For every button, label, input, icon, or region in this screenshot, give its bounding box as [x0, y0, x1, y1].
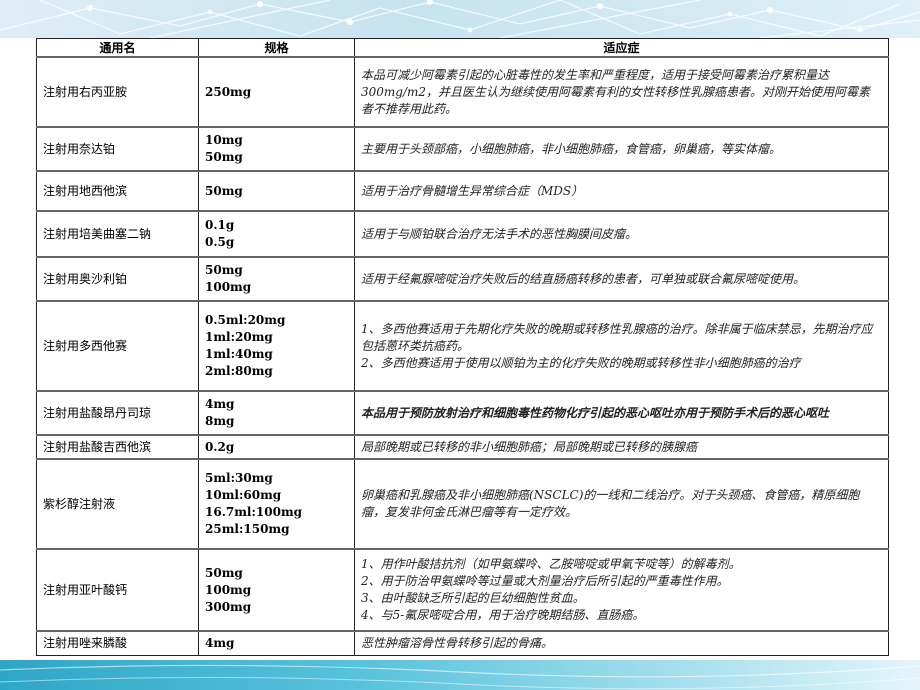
indication-line: 本品可减少阿霉素引起的心脏毒性的发生率和严重程度，适用于接受阿霉素治疗累积量达3… — [361, 67, 871, 116]
drug-table: 通用名 规格 适应症 注射用右丙亚胺 250mg 本品可减少阿霉素引起的心脏毒性的发… — [36, 38, 889, 656]
specification-line: 100mg — [205, 582, 252, 597]
table-row: 紫杉醇注射液 5ml:30mg 10ml:60mg 16.7ml:100mg 25ml:… — [36, 458, 889, 550]
specification-line: 1ml:40mg — [205, 347, 273, 361]
indication-cell: 1、用作叶酸拮抗剂（如甲氨蝶呤、乙胺嘧啶或甲氧苄啶等）的解毒剂。 2、用于防治甲氨… — [354, 548, 889, 632]
indication-cell: 局部晚期或已转移的非小细胞肺癌；局部晚期或已转移的胰腺癌 — [354, 434, 889, 460]
table-row: 注射用培美曲塞二钠 0.1g 0.5g 适用于与顺铂联合治疗无法手术的恶性胸膜间皮瘤。 — [36, 210, 889, 258]
indication-line: 局部晚期或已转移的非小细胞肺癌；局部晚期或已转移的胰腺癌 — [361, 439, 698, 454]
specification-cell: 5ml:30mg 10ml:60mg 16.7ml:100mg 25ml:150mg — [198, 458, 355, 550]
drug-name-cell: 注射用培美曲塞二钠 — [36, 210, 199, 258]
table-row: 注射用右丙亚胺 250mg 本品可减少阿霉素引起的心脏毒性的发生率和严重程度，适用于… — [36, 56, 889, 128]
table-row: 注射用奈达铂 10mg 50mg 主要用于头颈部癌，小细胞肺癌，非小细胞肺癌，食管癌，… — [36, 126, 889, 172]
specification-line: 0.5g — [205, 235, 235, 249]
drug-name-cell: 紫杉醇注射液 — [36, 458, 199, 550]
drug-name-cell: 注射用奈达铂 — [36, 126, 199, 172]
drug-name-cell: 注射用多西他赛 — [36, 300, 199, 392]
network-decoration — [0, 0, 920, 38]
indication-cell: 1、多西他赛适用于先期化疗失败的晚期或转移性乳腺癌的治疗。除非属于临床禁忌，先期… — [354, 300, 889, 392]
specification-line: 300mg — [205, 599, 252, 614]
indication-line: 本品用于预防放射治疗和细胞毒性药物化疗引起的恶心呕吐亦用于预防手术后的恶心呕吐 — [361, 405, 830, 420]
specification-line: 50mg — [205, 150, 243, 164]
indication-line: 1、用作叶酸拮抗剂（如甲氨蝶呤、乙胺嘧啶或甲氧苄啶等）的解毒剂。 — [361, 557, 741, 571]
specification-cell: 4mg — [198, 630, 355, 656]
specification-cell: 50mg 100mg 300mg — [198, 548, 355, 632]
indication-cell: 本品可减少阿霉素引起的心脏毒性的发生率和严重程度，适用于接受阿霉素治疗累积量达3… — [354, 56, 889, 128]
specification-line: 4mg — [205, 635, 235, 650]
drug-name-cell: 注射用右丙亚胺 — [36, 56, 199, 128]
specification-cell: 50mg 100mg — [198, 256, 355, 302]
specification-line: 50mg — [205, 183, 243, 198]
table-row: 注射用唑来膦酸 4mg 恶性肿瘤溶骨性骨转移引起的骨痛。 — [36, 630, 889, 656]
drug-name-cell: 注射用地西他滨 — [36, 170, 199, 212]
table-header-row: 通用名 规格 适应症 — [36, 38, 889, 58]
specification-line: 10ml:60mg — [205, 488, 282, 502]
table-row: 注射用盐酸吉西他滨 0.2g 局部晚期或已转移的非小细胞肺癌；局部晚期或已转移的胰腺… — [36, 434, 889, 460]
specification-line: 0.1g — [205, 218, 235, 232]
drug-name-cell: 注射用奥沙利铂 — [36, 256, 199, 302]
indication-line: 4、与5-氟尿嘧啶合用，用于治疗晚期结肠、直肠癌。 — [361, 608, 645, 622]
drug-name-cell: 注射用唑来膦酸 — [36, 630, 199, 656]
specification-line: 10mg — [205, 133, 243, 147]
table-row: 注射用多西他赛 0.5ml:20mg 1ml:20mg 1ml:40mg 2ml:80m… — [36, 300, 889, 392]
indication-line: 3、由叶酸缺乏所引起的巨幼细胞性贫血。 — [361, 591, 585, 605]
indication-cell: 适用于与顺铂联合治疗无法手术的恶性胸膜间皮瘤。 — [354, 210, 889, 258]
table-row: 注射用地西他滨 50mg 适用于治疗骨髓增生异常综合症（MDS） — [36, 170, 889, 212]
specification-line: 50mg — [205, 565, 243, 580]
table-row: 注射用亚叶酸钙 50mg 100mg 300mg 1、用作叶酸拮抗剂（如甲氨蝶呤、乙胺嘧… — [36, 548, 889, 632]
indication-line: 恶性肿瘤溶骨性骨转移引起的骨痛。 — [361, 635, 554, 650]
indication-line: 适用于经氟脲嘧啶治疗失败后的结直肠癌转移的患者，可单独或联合氟尿嘧啶使用。 — [361, 271, 806, 286]
specification-line: 250mg — [205, 84, 252, 99]
specification-line: 0.2g — [205, 439, 235, 454]
specification-line: 1ml:20mg — [205, 330, 273, 344]
specification-line: 8mg — [205, 414, 235, 428]
specification-line: 16.7ml:100mg — [205, 505, 303, 519]
indication-cell: 卵巢癌和乳腺癌及非小细胞肺癌(NSCLC)的一线和二线治疗。对于头颈癌、食管癌，… — [354, 458, 889, 550]
header-generic-name: 通用名 — [36, 38, 199, 58]
specification-line: 2ml:80mg — [205, 364, 273, 378]
specification-line: 50mg — [205, 263, 243, 277]
indication-line: 卵巢癌和乳腺癌及非小细胞肺癌(NSCLC)的一线和二线治疗。对于头颈癌、食管癌，… — [361, 488, 860, 519]
table-row: 注射用盐酸昂丹司琼 4mg 8mg 本品用于预防放射治疗和细胞毒性药物化疗引起的恶心呕… — [36, 390, 889, 436]
indication-cell: 主要用于头颈部癌，小细胞肺癌，非小细胞肺癌，食管癌，卵巢癌，等实体瘤。 — [354, 126, 889, 172]
footer-wave-decoration — [0, 664, 920, 690]
specification-cell: 0.5ml:20mg 1ml:20mg 1ml:40mg 2ml:80mg — [198, 300, 355, 392]
drug-name-cell: 注射用亚叶酸钙 — [36, 548, 199, 632]
specification-line: 0.5ml:20mg — [205, 313, 286, 327]
table-row: 注射用奥沙利铂 50mg 100mg 适用于经氟脲嘧啶治疗失败后的结直肠癌转移的患者，… — [36, 256, 889, 302]
specification-cell: 0.2g — [198, 434, 355, 460]
specification-cell: 50mg — [198, 170, 355, 212]
specification-line: 25ml:150mg — [205, 522, 290, 536]
header-banner — [0, 0, 920, 38]
header-indication: 适应症 — [354, 38, 889, 58]
indication-line: 适用于治疗骨髓增生异常综合症（MDS） — [361, 183, 584, 198]
specification-cell: 0.1g 0.5g — [198, 210, 355, 258]
specification-line: 4mg — [205, 397, 235, 411]
indication-line: 2、多西他赛适用于使用以顺铂为主的化疗失败的晚期或转移性非小细胞肺癌的治疗 — [361, 355, 801, 370]
drug-name-cell: 注射用盐酸昂丹司琼 — [36, 390, 199, 436]
footer-band — [0, 660, 920, 690]
indication-cell: 本品用于预防放射治疗和细胞毒性药物化疗引起的恶心呕吐亦用于预防手术后的恶心呕吐 — [354, 390, 889, 436]
table-body: 注射用右丙亚胺 250mg 本品可减少阿霉素引起的心脏毒性的发生率和严重程度，适用于… — [36, 56, 889, 656]
specification-cell: 10mg 50mg — [198, 126, 355, 172]
specification-line: 100mg — [205, 280, 252, 294]
drug-name-cell: 注射用盐酸吉西他滨 — [36, 434, 199, 460]
indication-cell: 适用于经氟脲嘧啶治疗失败后的结直肠癌转移的患者，可单独或联合氟尿嘧啶使用。 — [354, 256, 889, 302]
specification-cell: 4mg 8mg — [198, 390, 355, 436]
indication-line: 适用于与顺铂联合治疗无法手术的恶性胸膜间皮瘤。 — [361, 226, 638, 241]
indication-line: 2、用于防治甲氨蝶呤等过量或大剂量治疗后所引起的严重毒性作用。 — [361, 574, 729, 588]
indication-cell: 恶性肿瘤溶骨性骨转移引起的骨痛。 — [354, 630, 889, 656]
header-specification: 规格 — [198, 38, 355, 58]
indication-line: 1、多西他赛适用于先期化疗失败的晚期或转移性乳腺癌的治疗。除非属于临床禁忌，先期… — [361, 321, 873, 353]
specification-line: 5ml:30mg — [205, 471, 273, 485]
specification-cell: 250mg — [198, 56, 355, 128]
indication-cell: 适用于治疗骨髓增生异常综合症（MDS） — [354, 170, 889, 212]
indication-line: 主要用于头颈部癌，小细胞肺癌，非小细胞肺癌，食管癌，卵巢癌，等实体瘤。 — [361, 141, 782, 156]
